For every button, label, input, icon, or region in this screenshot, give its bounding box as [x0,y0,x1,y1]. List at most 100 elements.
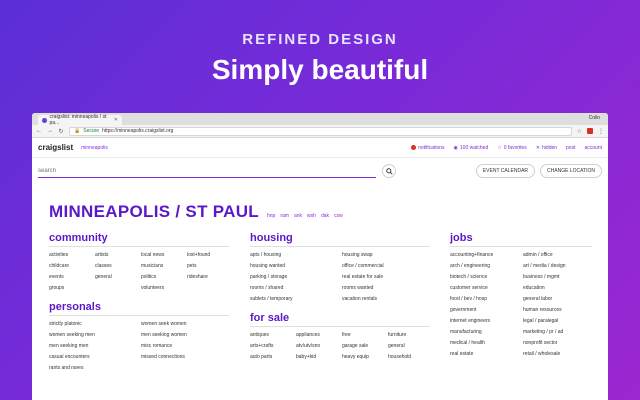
category-link[interactable]: artists [95,250,137,261]
category-link[interactable]: retail / wholesale [523,349,592,360]
back-icon[interactable]: ← [36,128,42,134]
category-link[interactable]: internet engineers [450,316,519,327]
category-link[interactable]: auto parts [250,352,292,363]
nearby-city-link[interactable]: csw [334,213,343,219]
reload-icon[interactable]: ↻ [58,128,64,135]
category-link[interactable]: general [388,341,430,352]
browser-user[interactable]: Colin [589,115,600,121]
category-link[interactable]: lost+found [187,250,229,261]
nearby-city-link[interactable]: wsh [307,213,316,219]
category-link[interactable]: missed connections [141,352,229,363]
category-link[interactable]: customer service [450,283,519,294]
category-link[interactable]: activities [49,250,91,261]
category-link[interactable]: medical / health [450,338,519,349]
kebab-menu-icon[interactable]: ⋮ [598,128,604,135]
category-link[interactable]: classes [95,261,137,272]
star-icon[interactable]: ☆ [577,128,582,135]
nearby-city-link[interactable]: ank [294,213,302,219]
category-link[interactable]: groups [49,283,91,294]
category-link[interactable]: government [450,305,519,316]
category-link[interactable]: household [388,352,430,363]
category-link[interactable]: rideshare [187,272,229,283]
category-link[interactable]: musicians [141,261,183,272]
category-link[interactable]: parking / storage [250,272,338,283]
category-link[interactable]: baby+kid [296,352,338,363]
category-link[interactable]: apts / housing [250,250,338,261]
change-location-button[interactable]: CHANGE LOCATION [540,164,602,178]
search-button[interactable] [382,164,396,178]
category-link[interactable]: politics [141,272,183,283]
category-link[interactable]: real estate [450,349,519,360]
personals-title[interactable]: personals [49,301,229,316]
category-link[interactable]: nonprofit sector [523,338,592,349]
search-input[interactable] [38,164,376,178]
category-link[interactable]: business / mgmt [523,272,592,283]
category-link[interactable]: appliances [296,330,338,341]
category-link[interactable]: rooms wanted [342,283,430,294]
jobs-title[interactable]: jobs [450,232,592,247]
category-link[interactable]: strictly platonic [49,319,137,330]
category-link[interactable]: arts+crafts [250,341,292,352]
category-link[interactable]: sublets / temporary [250,294,338,305]
category-link[interactable] [187,283,229,294]
category-link[interactable]: office / commercial [342,261,430,272]
url-field[interactable]: 🔒 Secure https://minneapolis.craigslist.… [69,126,572,136]
category-link[interactable]: marketing / pr / ad [523,327,592,338]
category-link[interactable]: pets [187,261,229,272]
category-link[interactable]: general [95,272,137,283]
browser-tab[interactable]: craigslist: minneapolis / st pa... ✕ [38,114,122,126]
category-link[interactable]: childcare [49,261,91,272]
category-link[interactable]: men seeking women [141,330,229,341]
forward-icon[interactable]: → [47,128,53,134]
hidden-link[interactable]: ✕ hidden [536,145,557,151]
notifications-link[interactable]: notifications [411,145,445,151]
category-link[interactable]: women seek women [141,319,229,330]
nearby-city-link[interactable]: hnp [267,213,275,219]
category-link[interactable]: men seeking men [49,341,137,352]
extension-icon[interactable] [587,128,593,134]
close-icon[interactable]: ✕ [114,117,118,123]
category-link[interactable]: events [49,272,91,283]
category-link[interactable]: local news [141,250,183,261]
category-link[interactable]: manufacturing [450,327,519,338]
category-link[interactable]: volunteers [141,283,183,294]
category-link[interactable]: real estate for sale [342,272,430,283]
category-link[interactable]: admin / office [523,250,592,261]
category-link[interactable]: legal / paralegal [523,316,592,327]
category-link[interactable]: human resources [523,305,592,316]
housing-title[interactable]: housing [250,232,430,247]
category-link[interactable] [95,283,137,294]
category-link[interactable]: free [342,330,384,341]
category-link[interactable]: furniture [388,330,430,341]
category-link[interactable]: accounting+finance [450,250,519,261]
category-link[interactable]: heavy equip [342,352,384,363]
category-link[interactable]: atv/utv/sno [296,341,338,352]
site-logo[interactable]: craigslist [38,143,73,152]
for-sale-title[interactable]: for sale [250,312,430,327]
category-link[interactable]: general labor [523,294,592,305]
category-link[interactable]: casual encounters [49,352,137,363]
category-link[interactable]: arch / engineering [450,261,519,272]
post-link[interactable]: post [566,145,575,151]
category-link[interactable] [141,363,229,374]
favorites-link[interactable]: ☆ 0 favorites [497,145,527,151]
community-title[interactable]: community [49,232,229,247]
nearby-city-link[interactable]: ram [280,213,289,219]
category-link[interactable]: vacation rentals [342,294,430,305]
category-link[interactable]: misc romance [141,341,229,352]
event-calendar-button[interactable]: EVENT CALENDAR [475,164,536,178]
category-link[interactable]: biotech / science [450,272,519,283]
category-link[interactable]: housing wanted [250,261,338,272]
category-link[interactable]: food / bev / hosp [450,294,519,305]
category-link[interactable]: housing swap [342,250,430,261]
nearby-city-link[interactable]: dak [321,213,329,219]
watched-link[interactable]: ◉ 100 watched [454,145,489,151]
city-link[interactable]: minneapolis [81,145,108,151]
category-link[interactable]: rants and raves [49,363,137,374]
account-link[interactable]: account [584,145,602,151]
category-link[interactable]: education [523,283,592,294]
category-link[interactable]: women seeking men [49,330,137,341]
category-link[interactable]: antiques [250,330,292,341]
category-link[interactable]: garage sale [342,341,384,352]
category-link[interactable]: art / media / design [523,261,592,272]
